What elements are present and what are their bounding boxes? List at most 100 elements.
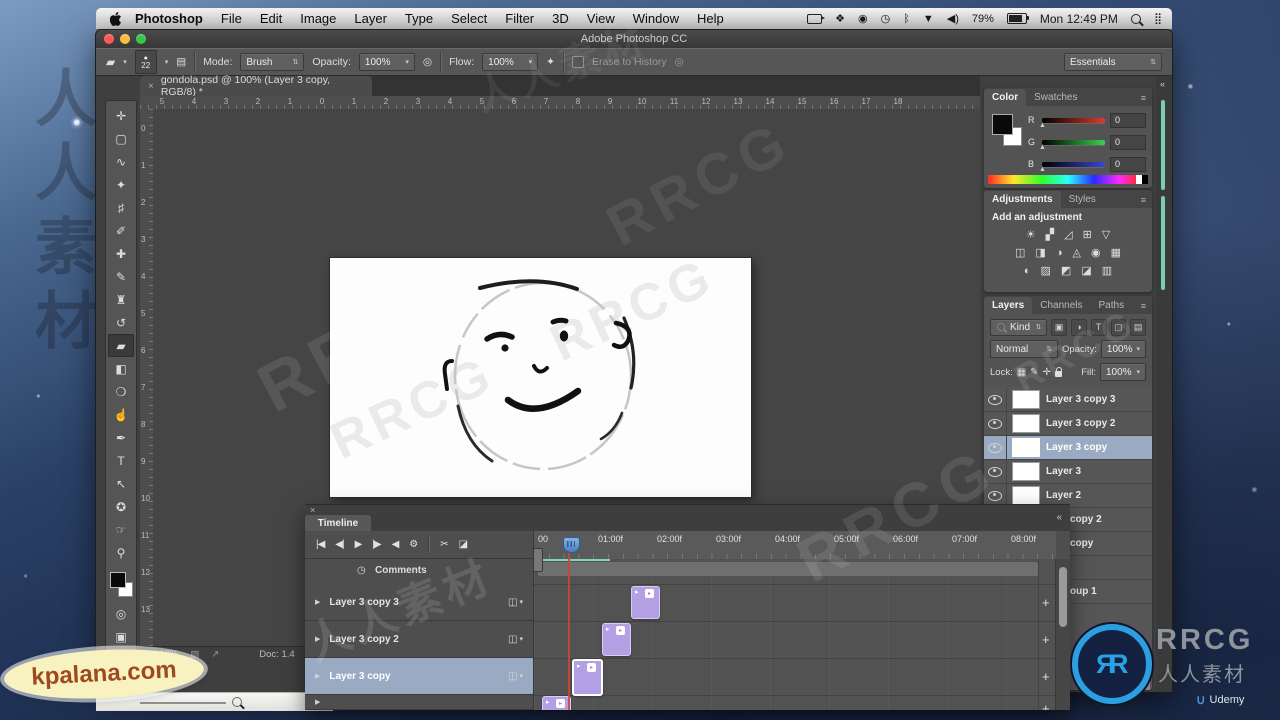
selective-color-icon[interactable]: ▥ — [1102, 265, 1112, 277]
filter-kind-select[interactable]: Kind ⇅ — [990, 318, 1048, 336]
window-title-bar[interactable]: Adobe Photoshop CC — [96, 30, 1172, 48]
layer-thumbnail[interactable] — [1012, 438, 1040, 457]
paint-bucket-tool[interactable]: ◧ — [108, 357, 134, 380]
threshold-icon[interactable]: ◩ — [1061, 265, 1071, 277]
foreground-color-swatch[interactable] — [110, 572, 126, 588]
dropbox-icon[interactable]: ❖ — [835, 12, 845, 25]
add-media-button[interactable]: + — [1042, 669, 1050, 684]
clip-partial[interactable]: ▸ ▸ — [542, 696, 571, 710]
eyedropper-tool[interactable]: ✐ — [108, 219, 134, 242]
track-layer3copy-selected[interactable]: ▶ Layer 3 copy ◫ ▾ — [305, 658, 533, 695]
search-icon[interactable] — [232, 697, 242, 707]
healing-brush-tool[interactable]: ✚ — [108, 242, 134, 265]
tab-swatches[interactable]: Swatches — [1026, 89, 1085, 106]
zoom-window-button[interactable] — [136, 34, 146, 44]
menu-window[interactable]: Window — [624, 11, 688, 26]
menu-file[interactable]: File — [212, 11, 251, 26]
close-window-button[interactable] — [104, 34, 114, 44]
bluetooth-icon[interactable]: ᛒ — [903, 13, 910, 25]
tab-channels[interactable]: Channels — [1032, 297, 1090, 314]
work-area-marker[interactable] — [538, 559, 610, 561]
menu-help[interactable]: Help — [688, 11, 733, 26]
add-media-button[interactable]: + — [1042, 595, 1050, 610]
pen-tool[interactable]: ✒ — [108, 426, 134, 449]
clip-layer3copy2[interactable]: ▸ ▸ — [602, 623, 631, 656]
posterize-icon[interactable]: ▨ — [1041, 265, 1051, 277]
menu-edit[interactable]: Edit — [251, 11, 291, 26]
collapse-panel-icon[interactable]: « — [1056, 512, 1062, 523]
collapse-panels-icon[interactable]: « — [1160, 79, 1165, 89]
tab-styles[interactable]: Styles — [1061, 191, 1104, 208]
smudge-tool[interactable]: ☝ — [108, 403, 134, 426]
hand-tool[interactable]: ☞ — [108, 518, 134, 541]
workspace-select[interactable]: Essentials ⇅ — [1064, 53, 1162, 71]
play-button[interactable]: ▶ — [355, 539, 363, 550]
filter-type-icon[interactable]: T — [1090, 318, 1107, 336]
apple-menu-icon[interactable] — [106, 11, 126, 26]
eraser-tool-icon[interactable]: ▰ — [106, 55, 115, 69]
layer-thumbnail[interactable] — [1012, 414, 1040, 433]
tab-color[interactable]: Color — [984, 89, 1027, 106]
split-clip-button[interactable]: ✂ — [440, 539, 448, 550]
timeline-zoom-knob[interactable] — [533, 548, 543, 572]
add-media-button[interactable]: + — [1042, 701, 1050, 710]
scrollbar-thumb[interactable] — [1059, 567, 1067, 627]
panel-menu-icon[interactable]: ≡ — [1135, 192, 1152, 208]
black-white-icon[interactable]: ◑ — [1056, 247, 1063, 259]
battery-icon[interactable] — [1006, 13, 1029, 24]
track-layer3copy2[interactable]: ▶ Layer 3 copy 2 ◫ ▾ — [305, 621, 533, 658]
custom-shape-tool[interactable]: ✪ — [108, 495, 134, 518]
creative-cloud-icon[interactable]: ◉ — [858, 12, 868, 25]
red-slider[interactable]: ▲ — [1039, 117, 1105, 129]
flow-select[interactable]: 100% ▾ — [482, 53, 539, 71]
brightness-contrast-icon[interactable]: ☀ — [1026, 229, 1036, 241]
green-slider[interactable]: ▲ — [1039, 139, 1105, 151]
visibility-cell[interactable] — [984, 436, 1007, 459]
curves-icon[interactable]: ◿ — [1064, 229, 1072, 241]
minimize-window-button[interactable] — [120, 34, 130, 44]
eye-icon[interactable] — [988, 466, 1002, 477]
foreground-color-swatch[interactable] — [992, 114, 1013, 135]
layer-thumbnail[interactable] — [1012, 390, 1040, 409]
work-area-bar[interactable] — [538, 562, 1038, 576]
screen-mode-button[interactable]: ▣ — [108, 625, 134, 648]
lasso-tool[interactable]: ∿ — [108, 150, 134, 173]
menu-bar-clock[interactable]: Mon 12:49 PM — [1040, 12, 1118, 26]
levels-icon[interactable]: ▞ — [1046, 229, 1054, 241]
layer-row[interactable]: Layer 3 copy 2 — [984, 412, 1152, 436]
playhead[interactable] — [563, 537, 580, 553]
transition-button[interactable]: ◪ — [459, 539, 469, 550]
tab-timeline[interactable]: Timeline — [305, 515, 371, 531]
layer-thumbnail[interactable] — [1012, 486, 1040, 505]
filter-adjustment-icon[interactable]: ◑ — [1071, 318, 1087, 336]
lock-paint-icon[interactable]: ✎ — [1030, 367, 1038, 378]
layer-thumbnail[interactable] — [1012, 462, 1040, 481]
timeline-tracks-area[interactable]: ▸ ▸ ▸ ▸ ▸ ▸ ▸ ▸ — [533, 559, 1056, 710]
volume-icon[interactable]: ◀) — [947, 12, 959, 25]
tab-adjustments[interactable]: Adjustments — [984, 191, 1061, 208]
eraser-tool[interactable]: ▰ — [108, 334, 134, 357]
menu-type[interactable]: Type — [396, 11, 442, 26]
menu-select[interactable]: Select — [442, 11, 496, 26]
next-frame-button[interactable]: |▶ — [372, 539, 381, 550]
previous-frame-button[interactable]: ◀| — [335, 539, 344, 550]
brush-picker-caret-icon[interactable]: ▾ — [165, 58, 169, 66]
visibility-cell[interactable] — [984, 412, 1007, 435]
mode-select[interactable]: Brush ⇅ — [240, 53, 305, 71]
brush-tool[interactable]: ✎ — [108, 265, 134, 288]
add-media-button[interactable]: + — [1042, 632, 1050, 647]
doc-size-info[interactable]: Doc: 1.4 — [259, 649, 294, 660]
document-tab[interactable]: × gondola.psd @ 100% (Layer 3 copy, RGB/… — [140, 74, 372, 98]
red-value[interactable]: 0 — [1110, 112, 1146, 128]
vibrance-icon[interactable]: ▽ — [1102, 229, 1110, 241]
clip-settings-icon[interactable]: ◫ ▾ — [508, 671, 523, 682]
layer-row[interactable]: Layer 3 — [984, 460, 1152, 484]
hue-saturation-icon[interactable]: ◫ — [1015, 247, 1025, 259]
share-icon[interactable]: ↗ — [211, 649, 219, 660]
dodge-tool[interactable]: ❍ — [108, 380, 134, 403]
color-balance-icon[interactable]: ◨ — [1035, 247, 1045, 259]
zoom-tool[interactable]: ⚲ — [108, 541, 134, 564]
eye-icon[interactable] — [988, 394, 1002, 405]
blend-mode-select[interactable]: Normal ⇅ — [990, 340, 1059, 358]
menu-filter[interactable]: Filter — [496, 11, 543, 26]
